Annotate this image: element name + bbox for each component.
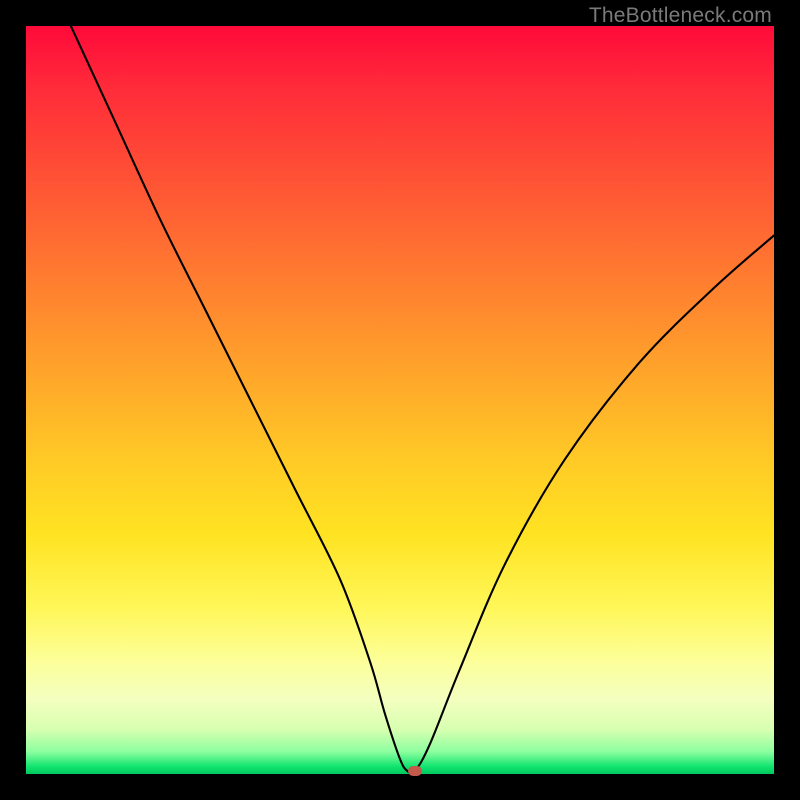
bottleneck-curve-path: [71, 26, 774, 774]
chart-frame: TheBottleneck.com: [0, 0, 800, 800]
curve-svg: [26, 26, 774, 774]
watermark-text: TheBottleneck.com: [589, 4, 772, 28]
minimum-marker: [408, 766, 422, 776]
plot-area: [26, 26, 774, 774]
